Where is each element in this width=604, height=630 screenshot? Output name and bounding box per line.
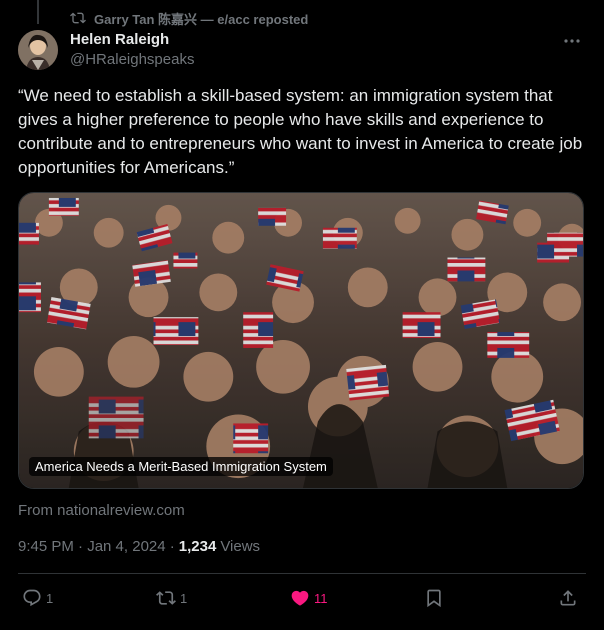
repost-button[interactable]: 1: [156, 582, 187, 614]
repost-icon: [156, 591, 176, 605]
reply-button[interactable]: 1: [22, 582, 53, 614]
action-bar: 1 1 11: [0, 582, 604, 614]
avatar-image: [18, 30, 58, 70]
repost-text: Garry Tan 陈嘉兴 — e/acc reposted: [94, 11, 309, 27]
avatar[interactable]: [18, 30, 58, 70]
link-source[interactable]: From nationalreview.com: [18, 502, 185, 519]
more-options-button[interactable]: [562, 34, 582, 48]
crowd-photo: [19, 193, 583, 488]
share-button[interactable]: [558, 582, 578, 614]
author-handle[interactable]: @HRaleighspeaks: [70, 51, 194, 68]
like-count: 11: [314, 590, 328, 606]
reply-count: 1: [46, 590, 54, 606]
link-card-image[interactable]: America Needs a Merit-Based Immigration …: [18, 192, 584, 489]
author-name[interactable]: Helen Raleigh: [70, 31, 169, 48]
views-label: Views: [220, 538, 261, 555]
repost-icon: [70, 12, 86, 24]
tweet-metadata: 9:45 PM · Jan 4, 2024 · 1,234 Views: [18, 538, 260, 555]
repost-indicator[interactable]: Garry Tan 陈嘉兴 — e/acc reposted: [70, 9, 308, 27]
thread-connector-line: [37, 0, 39, 24]
bookmark-button[interactable]: [424, 582, 444, 614]
repost-count: 1: [180, 590, 188, 606]
more-icon: [564, 39, 580, 43]
heart-icon: [291, 590, 309, 606]
link-card-title: America Needs a Merit-Based Immigration …: [29, 457, 333, 476]
share-icon: [560, 590, 576, 606]
divider: [18, 573, 586, 574]
like-button[interactable]: 11: [290, 582, 328, 614]
reply-icon: [23, 589, 41, 607]
views-count: 1,234: [178, 538, 217, 555]
tweet-text: “We need to establish a skill-based syst…: [18, 86, 583, 177]
post-timestamp[interactable]: 9:45 PM · Jan 4, 2024 ·: [18, 538, 175, 555]
bookmark-icon: [427, 589, 441, 608]
